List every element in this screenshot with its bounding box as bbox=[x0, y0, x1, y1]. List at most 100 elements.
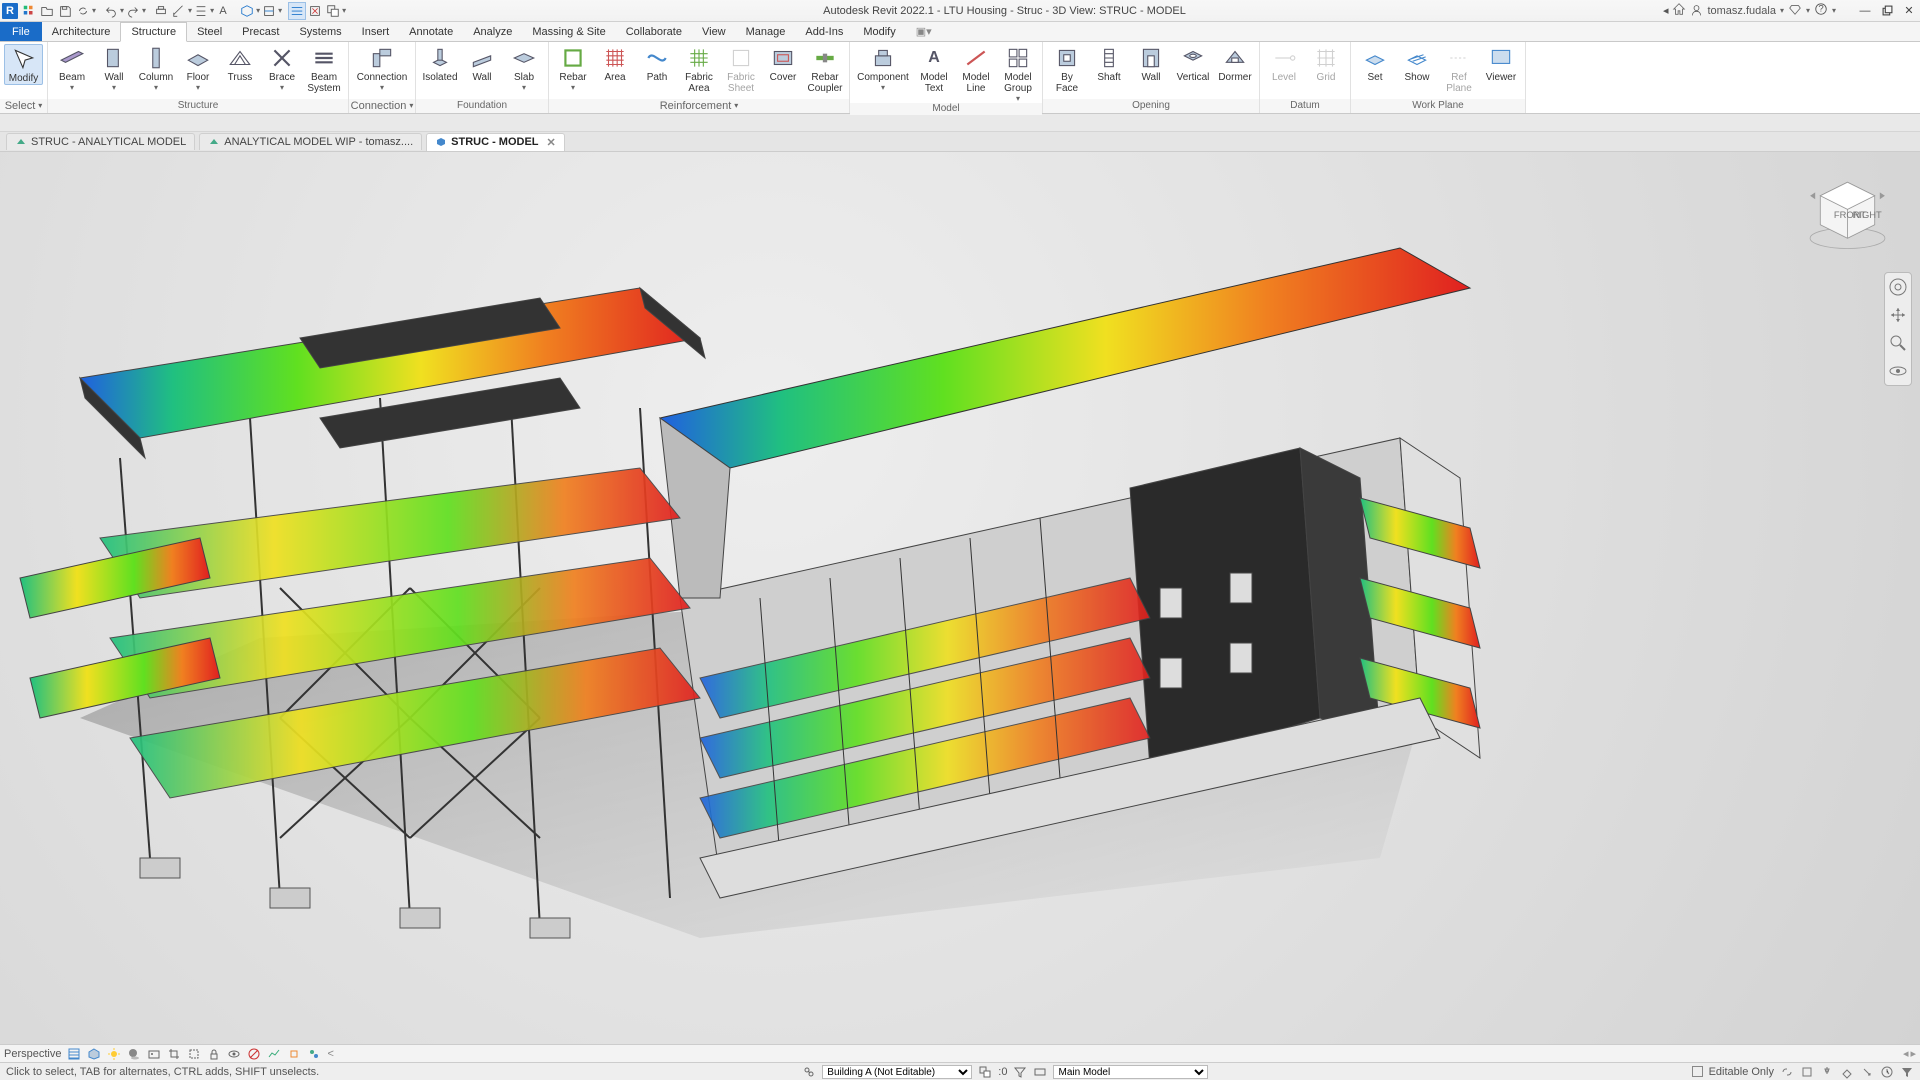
filter-status-icon[interactable] bbox=[1900, 1065, 1914, 1079]
model-group-button[interactable]: Model Group▾ bbox=[998, 44, 1038, 103]
slab-button[interactable]: Slab▾ bbox=[504, 44, 544, 92]
background-processes-icon[interactable] bbox=[1880, 1065, 1894, 1079]
shadows-icon[interactable] bbox=[127, 1047, 141, 1061]
constraints-icon[interactable] bbox=[287, 1047, 301, 1061]
area-rebar-button[interactable]: Area bbox=[595, 44, 635, 83]
rebar-coupler-button[interactable]: Rebar Coupler bbox=[805, 44, 845, 94]
file-tab[interactable]: File bbox=[0, 22, 42, 41]
align-icon[interactable] bbox=[192, 2, 210, 20]
isolated-button[interactable]: Isolated bbox=[420, 44, 460, 83]
text-icon[interactable]: A bbox=[214, 2, 232, 20]
search-icon[interactable] bbox=[1672, 2, 1686, 19]
phase-icon[interactable] bbox=[1033, 1065, 1047, 1079]
view-tab-analytical[interactable]: STRUC - ANALYTICAL MODEL bbox=[6, 133, 195, 150]
home-icon[interactable] bbox=[20, 2, 38, 20]
analytical-icon[interactable] bbox=[267, 1047, 281, 1061]
tab-structure[interactable]: Structure bbox=[120, 22, 187, 42]
scroll-right-icon[interactable]: ▸ bbox=[1910, 1047, 1916, 1060]
visual-style-icon[interactable] bbox=[87, 1047, 101, 1061]
tab-analyze[interactable]: Analyze bbox=[463, 22, 522, 41]
view-tab-wip[interactable]: ANALYTICAL MODEL WIP - tomasz.... bbox=[199, 133, 422, 150]
detail-level-icon[interactable] bbox=[67, 1047, 81, 1061]
favorites-icon[interactable] bbox=[1788, 2, 1802, 19]
beam-button[interactable]: Beam▾ bbox=[52, 44, 92, 92]
filter-icon[interactable] bbox=[1013, 1065, 1027, 1079]
print-icon[interactable] bbox=[152, 2, 170, 20]
tab-annotate[interactable]: Annotate bbox=[399, 22, 463, 41]
beam-system-button[interactable]: Beam System bbox=[304, 44, 344, 94]
tab-view[interactable]: View bbox=[692, 22, 736, 41]
set-workplane-button[interactable]: Set bbox=[1355, 44, 1395, 83]
measure-icon[interactable] bbox=[170, 2, 188, 20]
selection-count-icon[interactable] bbox=[978, 1065, 992, 1079]
brace-button[interactable]: Brace▾ bbox=[262, 44, 302, 92]
navigation-bar[interactable] bbox=[1884, 272, 1912, 386]
pan-icon[interactable] bbox=[1888, 305, 1908, 325]
dormer-button[interactable]: Dormer bbox=[1215, 44, 1255, 83]
reveal-icon[interactable] bbox=[247, 1047, 261, 1061]
full-nav-wheel-icon[interactable] bbox=[1888, 277, 1908, 297]
zoom-icon[interactable] bbox=[1888, 333, 1908, 353]
drag-elements-icon[interactable] bbox=[1860, 1065, 1874, 1079]
wall-button[interactable]: Wall▾ bbox=[94, 44, 134, 92]
tab-insert[interactable]: Insert bbox=[352, 22, 400, 41]
sync-icon[interactable] bbox=[74, 2, 92, 20]
help-icon[interactable]: ? bbox=[1814, 2, 1828, 19]
connection-button[interactable]: Connection▾ bbox=[353, 44, 411, 92]
open-icon[interactable] bbox=[38, 2, 56, 20]
undo-icon[interactable] bbox=[102, 2, 120, 20]
shaft-button[interactable]: Shaft bbox=[1089, 44, 1129, 83]
tab-systems[interactable]: Systems bbox=[289, 22, 351, 41]
close-inactive-icon[interactable] bbox=[306, 2, 324, 20]
sun-path-icon[interactable] bbox=[107, 1047, 121, 1061]
model-line-button[interactable]: Model Line bbox=[956, 44, 996, 94]
app-logo[interactable]: R bbox=[2, 3, 18, 19]
select-pinned-icon[interactable] bbox=[1820, 1065, 1834, 1079]
select-face-icon[interactable] bbox=[1840, 1065, 1854, 1079]
ribbon-options-icon[interactable]: ▣▾ bbox=[916, 25, 932, 38]
crop-icon[interactable] bbox=[167, 1047, 181, 1061]
editable-only-checkbox[interactable] bbox=[1692, 1066, 1703, 1077]
view-tab-model[interactable]: STRUC - MODEL✕ bbox=[426, 133, 565, 151]
save-icon[interactable] bbox=[56, 2, 74, 20]
tab-precast[interactable]: Precast bbox=[232, 22, 289, 41]
viewport-3d[interactable]: FRONT RIGHT bbox=[0, 152, 1920, 1044]
redo-icon[interactable] bbox=[124, 2, 142, 20]
viewer-button[interactable]: Viewer bbox=[1481, 44, 1521, 83]
wall-opening-button[interactable]: Wall bbox=[1131, 44, 1171, 83]
truss-button[interactable]: Truss bbox=[220, 44, 260, 83]
tab-architecture[interactable]: Architecture bbox=[42, 22, 121, 41]
view-cube[interactable]: FRONT RIGHT bbox=[1805, 172, 1890, 257]
tab-addins[interactable]: Add-Ins bbox=[795, 22, 853, 41]
worksharing-display-icon[interactable] bbox=[307, 1047, 321, 1061]
component-button[interactable]: Component▾ bbox=[854, 44, 912, 92]
show-workplane-button[interactable]: Show bbox=[1397, 44, 1437, 83]
scale-indicator[interactable]: Perspective bbox=[4, 1048, 61, 1060]
column-button[interactable]: Column▾ bbox=[136, 44, 176, 92]
select-links-icon[interactable] bbox=[1780, 1065, 1794, 1079]
minimize-button[interactable]: — bbox=[1856, 2, 1874, 20]
foundation-wall-button[interactable]: Wall bbox=[462, 44, 502, 83]
vertical-opening-button[interactable]: Vertical bbox=[1173, 44, 1213, 83]
by-face-button[interactable]: By Face bbox=[1047, 44, 1087, 94]
infocenter-icon[interactable]: ◂ bbox=[1663, 4, 1669, 17]
scroll-left-icon[interactable]: ◂ bbox=[1903, 1047, 1909, 1060]
orbit-icon[interactable] bbox=[1888, 361, 1908, 381]
model-text-button[interactable]: AModel Text bbox=[914, 44, 954, 94]
tab-collaborate[interactable]: Collaborate bbox=[616, 22, 692, 41]
cover-button[interactable]: Cover bbox=[763, 44, 803, 83]
close-icon[interactable]: ✕ bbox=[547, 136, 556, 149]
select-underlay-icon[interactable] bbox=[1800, 1065, 1814, 1079]
user-menu[interactable]: tomasz.fudala▾ bbox=[1690, 4, 1784, 17]
workset-select[interactable]: Building A (Not Editable) bbox=[822, 1065, 972, 1079]
crop-visible-icon[interactable] bbox=[187, 1047, 201, 1061]
tab-manage[interactable]: Manage bbox=[736, 22, 796, 41]
fabric-area-button[interactable]: Fabric Area bbox=[679, 44, 719, 94]
3d-icon[interactable] bbox=[238, 2, 256, 20]
thin-lines-icon[interactable] bbox=[288, 2, 306, 20]
rebar-button[interactable]: Rebar▾ bbox=[553, 44, 593, 92]
floor-button[interactable]: Floor▾ bbox=[178, 44, 218, 92]
close-button[interactable]: ✕ bbox=[1900, 2, 1918, 20]
tab-modify[interactable]: Modify bbox=[853, 22, 905, 41]
worksets-icon[interactable] bbox=[802, 1065, 816, 1079]
